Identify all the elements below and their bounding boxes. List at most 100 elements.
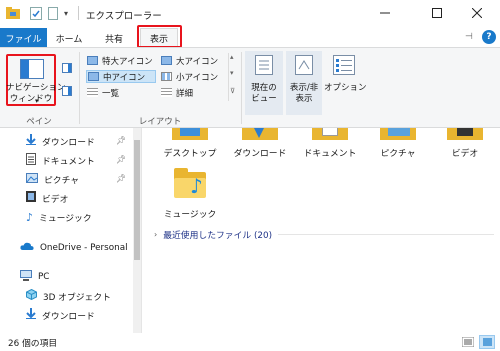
- nav-item-pc[interactable]: PC: [20, 268, 49, 286]
- folder-downloads-icon[interactable]: [242, 128, 278, 142]
- tab-share[interactable]: 共有: [95, 28, 133, 48]
- nav-item-downloads[interactable]: ダウンロード: [26, 132, 95, 150]
- music-note-icon: ♪: [26, 210, 34, 224]
- nav-item-3d-objects[interactable]: 3D オブジェクト: [26, 287, 111, 305]
- pin-ribbon-icon[interactable]: ⊣: [465, 32, 473, 42]
- current-view-label-line2: ビュー: [251, 94, 277, 104]
- options-label: オプション: [324, 83, 367, 93]
- ribbon-tab-bar: ファイル ホーム 共有 表示 ⊣ ?: [0, 25, 500, 48]
- expand-gallery-icon[interactable]: ⊽: [230, 87, 235, 95]
- preview-pane-icon[interactable]: [62, 63, 72, 76]
- details-icon: [161, 88, 172, 97]
- navigation-pane-label-line1: ナビゲーション: [6, 83, 66, 93]
- minimize-button[interactable]: [362, 0, 408, 28]
- layout-item-label: 大アイコン: [176, 56, 219, 67]
- title-bar: ▾ エクスプローラー: [0, 0, 500, 28]
- small-icons-icon: [161, 72, 172, 81]
- folder-label-videos[interactable]: ビデオ: [431, 146, 499, 159]
- scroll-up-icon[interactable]: ▴: [230, 53, 234, 61]
- details-view-icon[interactable]: [461, 336, 475, 350]
- recent-files-label: 最近使用したファイル (20): [163, 231, 273, 241]
- navigation-pane-button[interactable]: ナビゲーション ウィンドウ: [6, 54, 66, 106]
- current-view-label-line1: 現在の: [251, 83, 277, 93]
- show-hide-label-line1: 表示/非: [289, 83, 319, 93]
- nav-item-onedrive[interactable]: OneDrive - Personal: [20, 239, 128, 257]
- customize-quick-access-icon[interactable]: ▾: [64, 9, 68, 18]
- nav-item-documents[interactable]: ドキュメント: [26, 151, 95, 169]
- scroll-down-icon[interactable]: ▾: [230, 69, 234, 77]
- pin-icon[interactable]: 📌︎: [116, 136, 126, 145]
- ribbon-separator: [79, 52, 80, 124]
- show-hide-button[interactable]: 表示/非 表示: [286, 51, 322, 115]
- layout-gallery-scroll[interactable]: ▴ ▾ ⊽: [228, 53, 237, 101]
- large-icons-view-button[interactable]: [479, 335, 495, 349]
- layout-large-icons[interactable]: 大アイコン: [160, 54, 224, 67]
- folder-videos-icon[interactable]: [447, 128, 483, 142]
- nav-item-label: ピクチャ: [44, 175, 80, 186]
- layout-group-label: レイアウト: [138, 117, 182, 127]
- layout-item-label: 小アイコン: [176, 72, 219, 83]
- layout-details[interactable]: 詳細: [160, 86, 224, 99]
- nav-item-music[interactable]: ♪ ミュージック: [26, 208, 92, 226]
- recent-files-group-header[interactable]: › 最近使用したファイル (20): [154, 228, 494, 241]
- folder-label-downloads[interactable]: ダウンロード: [226, 146, 294, 159]
- folder-label-music[interactable]: ミュージック: [156, 207, 224, 220]
- layout-list[interactable]: 一覧: [86, 86, 156, 99]
- folder-label-desktop[interactable]: デスクトップ: [156, 146, 224, 159]
- pane-group-label: ペイン: [26, 117, 52, 127]
- group-divider: [278, 234, 494, 235]
- navigation-pane-label-line2: ウィンドウ: [9, 94, 53, 104]
- show-hide-label-line2: 表示: [295, 94, 313, 104]
- window-title: エクスプローラー: [86, 11, 162, 22]
- nav-item-videos[interactable]: ビデオ: [26, 189, 68, 207]
- navigation-pane: ダウンロード 📌︎ ドキュメント 📌︎ ピクチャ 📌︎ ビデオ ♪ ミュージック…: [0, 128, 140, 333]
- navigation-pane-dropdown-icon: ▾: [35, 97, 39, 105]
- folder-music-icon[interactable]: ♪: [174, 168, 206, 198]
- tab-home[interactable]: ホーム: [50, 28, 88, 48]
- nav-item-label: 3D オブジェクト: [43, 292, 111, 303]
- help-icon[interactable]: ?: [482, 30, 496, 44]
- folder-documents-icon[interactable]: [312, 128, 348, 142]
- explorer-folder-icon[interactable]: [6, 7, 20, 23]
- ribbon-view-panel: ナビゲーション ウィンドウ ▾ ペイン 特大アイコン 大アイコン 中アイコン 小…: [0, 47, 500, 128]
- nav-scrollbar-thumb[interactable]: [134, 140, 140, 260]
- folder-label-documents[interactable]: ドキュメント: [296, 146, 364, 159]
- document-icon: [26, 152, 36, 168]
- tab-file[interactable]: ファイル: [0, 28, 47, 48]
- nav-item-label: ミュージック: [39, 213, 92, 224]
- layout-item-label: 詳細: [176, 88, 194, 99]
- new-folder-icon[interactable]: [48, 7, 58, 23]
- tab-view-highlight: [137, 25, 182, 48]
- nav-item-label: ドキュメント: [42, 156, 95, 167]
- close-button[interactable]: [454, 0, 500, 28]
- folder-desktop-icon[interactable]: [172, 128, 208, 142]
- navigation-pane-icon: [20, 59, 44, 82]
- properties-icon[interactable]: [30, 7, 42, 23]
- folder-pictures-icon[interactable]: [380, 128, 416, 142]
- pin-icon[interactable]: 📌︎: [116, 155, 126, 164]
- layout-small-icons[interactable]: 小アイコン: [160, 70, 224, 83]
- file-view: デスクトップ ダウンロード ドキュメント ピクチャ ビデオ ♪ ミュージック ›…: [142, 128, 500, 333]
- large-icons-icon: [161, 56, 172, 65]
- nav-item-pc-downloads[interactable]: ダウンロード: [26, 306, 95, 324]
- nav-item-pictures[interactable]: ピクチャ: [26, 170, 79, 188]
- extra-large-icons-icon: [87, 56, 98, 65]
- title-separator: [78, 6, 79, 20]
- maximize-icon: [432, 7, 442, 21]
- folder-label-pictures[interactable]: ピクチャ: [364, 146, 432, 159]
- options-icon: [333, 55, 355, 78]
- list-icon: [87, 88, 98, 97]
- details-pane-icon[interactable]: [62, 86, 72, 99]
- pin-icon[interactable]: 📌︎: [116, 174, 126, 183]
- layout-medium-icons[interactable]: 中アイコン: [86, 70, 156, 83]
- show-hide-icon: [295, 55, 313, 78]
- nav-item-label: OneDrive - Personal: [40, 243, 128, 253]
- close-icon: [471, 7, 483, 21]
- nav-item-label: ダウンロード: [42, 137, 95, 148]
- layout-item-label: 一覧: [102, 88, 120, 99]
- minimize-icon: [380, 7, 390, 21]
- current-view-button[interactable]: 現在の ビュー: [245, 51, 283, 115]
- layout-extra-large-icons[interactable]: 特大アイコン: [86, 54, 156, 67]
- current-view-icon: [255, 55, 273, 78]
- options-button[interactable]: オプション: [324, 51, 367, 115]
